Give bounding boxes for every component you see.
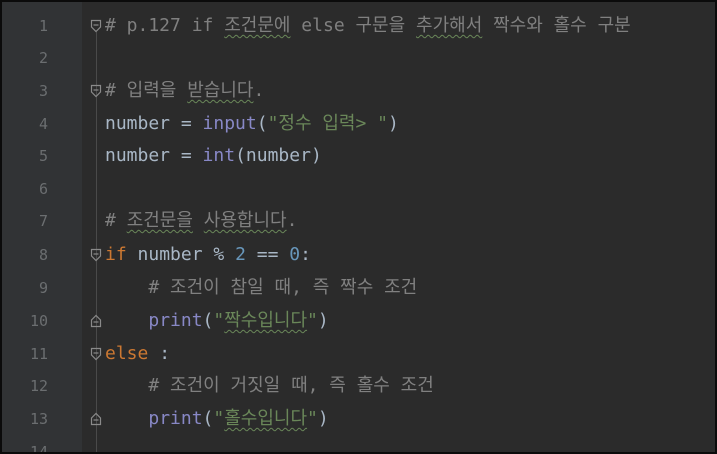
string-literal: 짝수입니다 — [224, 310, 308, 331]
code-line-3[interactable]: 3 # 입력을 받습니다. — [2, 75, 715, 107]
code-line-4[interactable]: 4 number = input("정수 입력> ") — [2, 108, 715, 140]
code-line-2[interactable]: 2 — [2, 42, 715, 74]
line-number: 12 — [29, 377, 48, 395]
line-number: 10 — [29, 312, 48, 330]
code-text[interactable]: # 조건문을 사용합니다. — [105, 205, 297, 237]
comment-word-typo: 조건문을 — [126, 210, 193, 231]
line-number: 7 — [38, 212, 48, 230]
code-line-11[interactable]: 11 else : — [2, 338, 715, 370]
code-line-6[interactable]: 6 — [2, 173, 715, 205]
code-line-7[interactable]: 7 # 조건문을 사용합니다. — [2, 205, 715, 237]
code-line-10[interactable]: 10 print("짝수입니다") — [2, 305, 715, 337]
code-line-13[interactable]: 13 print("홀수입니다") — [2, 403, 715, 435]
code-text[interactable]: else : — [105, 338, 170, 370]
paren: ) — [388, 113, 399, 134]
paren: ) — [317, 408, 329, 429]
comment-word-typo: 사용합니다 — [203, 210, 287, 231]
comment: 짝수와 홀수 구분 — [482, 15, 631, 36]
colon: : — [300, 244, 311, 265]
comment: # p.127 if — [105, 15, 225, 36]
code-text[interactable]: if number % 2 == 0: — [105, 239, 311, 271]
builtin-function: print — [148, 408, 203, 429]
builtin-function: input — [202, 113, 257, 134]
line-number: 8 — [38, 246, 48, 264]
comment-word-typo: 받습니다 — [187, 80, 254, 101]
line-number: 14 — [29, 443, 48, 454]
code-line-14[interactable]: 14 — [2, 436, 715, 454]
fold-end-icon[interactable] — [90, 412, 102, 426]
fold-end-icon[interactable] — [90, 314, 102, 328]
fold-collapse-icon[interactable] — [90, 19, 102, 33]
keyword: else — [105, 343, 149, 364]
line-number: 4 — [38, 115, 48, 133]
code-text[interactable]: # 입력을 받습니다. — [105, 75, 264, 107]
code-text[interactable]: number = int(number) — [105, 140, 322, 172]
code-line-1[interactable]: 1 # p.127 if 조건문에 else 구문을 추가해서 짝수와 홀수 구… — [2, 10, 715, 42]
paren: ( — [256, 113, 268, 134]
string-quote: " — [213, 310, 225, 331]
expression: number % — [126, 244, 236, 265]
paren: ) — [317, 310, 329, 331]
operator: = — [170, 145, 203, 166]
builtin-function: print — [148, 310, 203, 331]
comment: . — [286, 210, 298, 231]
line-number: 6 — [38, 180, 48, 198]
operator: == — [245, 244, 290, 265]
fold-collapse-icon[interactable] — [90, 347, 102, 361]
code-editor[interactable]: 1 # p.127 if 조건문에 else 구문을 추가해서 짝수와 홀수 구… — [0, 0, 717, 454]
paren: ( — [202, 408, 214, 429]
line-number: 9 — [38, 279, 48, 297]
code-line-12[interactable]: 12 # 조건이 거짓일 때, 즉 홀수 조건 — [2, 370, 715, 402]
comment: else 구문을 — [290, 15, 417, 36]
number-literal: 2 — [235, 244, 246, 265]
code-line-5[interactable]: 5 number = int(number) — [2, 140, 715, 172]
code-text[interactable]: number = input("정수 입력> ") — [105, 108, 399, 140]
variable: number — [105, 145, 171, 166]
fold-collapse-icon[interactable] — [90, 84, 102, 98]
number-literal: 0 — [289, 244, 301, 265]
comment: # 조건이 거짓일 때, 즉 홀수 조건 — [148, 375, 434, 396]
comment: # — [105, 210, 127, 231]
fold-collapse-icon[interactable] — [90, 248, 102, 262]
paren: ) — [310, 145, 322, 166]
line-number: 13 — [29, 410, 48, 428]
string-literal: 홀수입니다 — [224, 408, 308, 429]
line-number: 5 — [38, 147, 48, 165]
code-line-8[interactable]: 8 if number % 2 == 0: — [2, 239, 715, 271]
operator: = — [170, 113, 203, 134]
keyword: if — [105, 244, 127, 265]
paren: ( — [202, 310, 214, 331]
code-text[interactable]: print("홀수입니다") — [105, 403, 329, 435]
argument: number — [245, 145, 311, 166]
string-literal: "정수 입력> " — [267, 113, 389, 134]
line-number: 1 — [38, 17, 48, 35]
line-number: 3 — [38, 82, 48, 100]
paren: ( — [235, 145, 246, 166]
line-number: 2 — [38, 49, 48, 67]
colon: : — [148, 343, 171, 364]
comment: # 입력을 — [105, 80, 188, 101]
string-quote: " — [213, 408, 225, 429]
variable: number — [105, 113, 171, 134]
comment-word-typo: 추가해서 — [416, 15, 483, 36]
code-text[interactable]: # 조건이 거짓일 때, 즉 홀수 조건 — [105, 370, 434, 402]
code-text[interactable]: # 조건이 참일 때, 즉 짝수 조건 — [105, 272, 417, 304]
comment: # 조건이 참일 때, 즉 짝수 조건 — [148, 277, 418, 298]
comment-word-typo: 조건문에 — [224, 15, 291, 36]
comment — [193, 210, 204, 231]
string-quote: " — [307, 310, 318, 331]
code-text[interactable]: # p.127 if 조건문에 else 구문을 추가해서 짝수와 홀수 구분 — [105, 10, 631, 42]
string-quote: " — [307, 408, 318, 429]
builtin-function: int — [202, 145, 236, 166]
comment: . — [253, 80, 265, 101]
code-text[interactable]: print("짝수입니다") — [105, 305, 329, 337]
code-line-9[interactable]: 9 # 조건이 참일 때, 즉 짝수 조건 — [2, 272, 715, 304]
line-number: 11 — [29, 345, 48, 363]
